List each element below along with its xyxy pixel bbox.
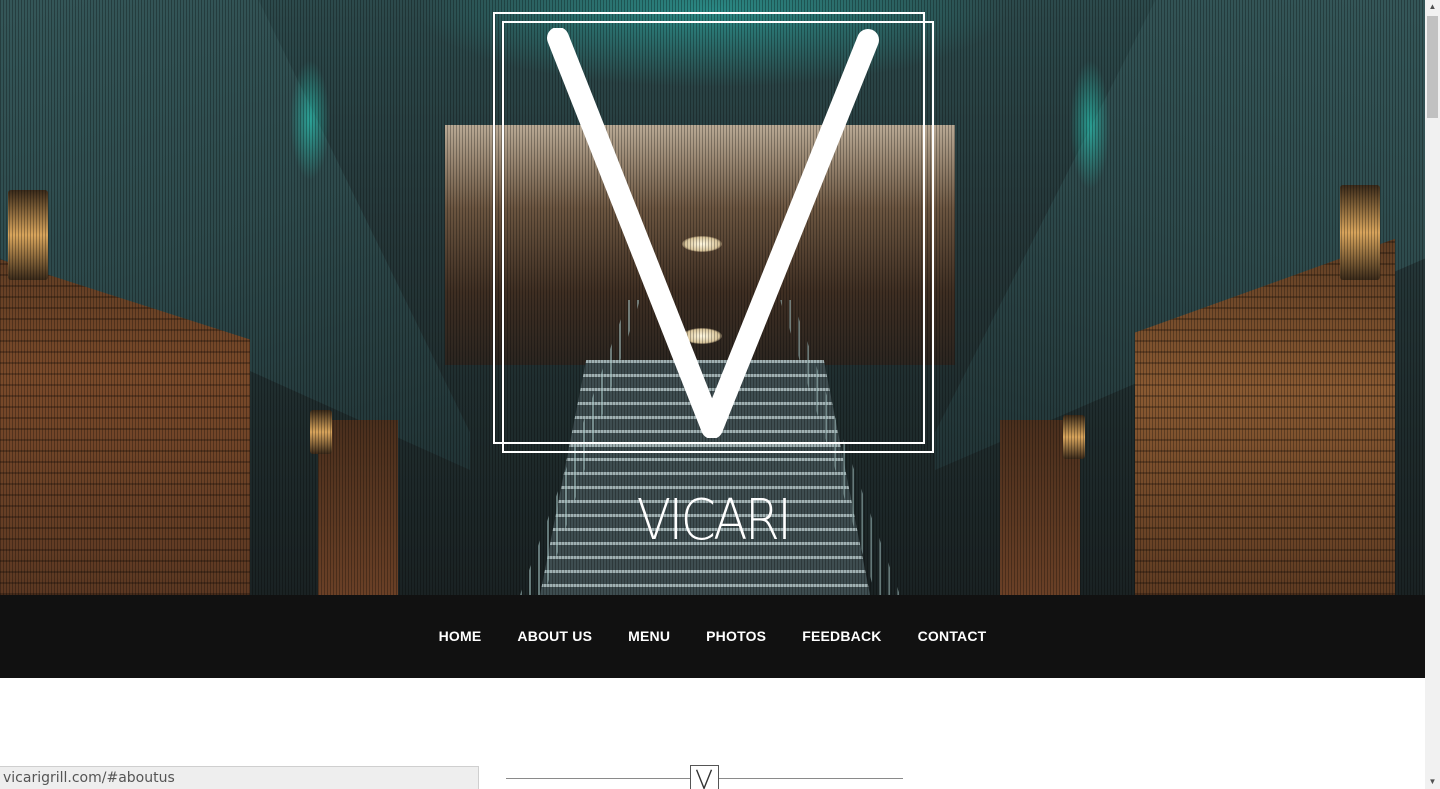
teal-light-left — [290, 60, 330, 180]
scroll-down-arrow-icon[interactable]: ▼ — [1425, 775, 1440, 789]
section-divider-line-left — [506, 778, 690, 779]
nav-contact[interactable]: CONTACT — [918, 628, 987, 644]
logo-v-mark-icon — [547, 28, 879, 438]
brand-name: VICARI — [636, 488, 792, 553]
wall-lantern-icon — [1063, 415, 1085, 459]
section-divider-line-right — [719, 778, 903, 779]
wall-lantern-icon — [8, 190, 48, 280]
page-scrollbar[interactable]: ▲ ▼ — [1425, 0, 1440, 789]
scrollbar-thumb[interactable] — [1427, 16, 1438, 118]
main-navigation: HOME ABOUT US MENU PHOTOS FEEDBACK CONTA… — [0, 595, 1425, 678]
nav-photos[interactable]: PHOTOS — [706, 628, 766, 644]
section-divider-v-icon — [690, 765, 719, 789]
wall-lantern-icon — [1340, 185, 1380, 280]
wall-lantern-icon — [310, 410, 332, 454]
browser-status-bar: vicarigrill.com/#aboutus — [0, 766, 479, 789]
nav-menu[interactable]: MENU — [628, 628, 670, 644]
hero-banner: VICARI — [0, 0, 1425, 595]
nav-feedback[interactable]: FEEDBACK — [802, 628, 881, 644]
scroll-up-arrow-icon[interactable]: ▲ — [1425, 0, 1440, 14]
nav-home[interactable]: HOME — [439, 628, 482, 644]
nav-about-us[interactable]: ABOUT US — [517, 628, 592, 644]
teal-light-right — [1070, 60, 1110, 190]
